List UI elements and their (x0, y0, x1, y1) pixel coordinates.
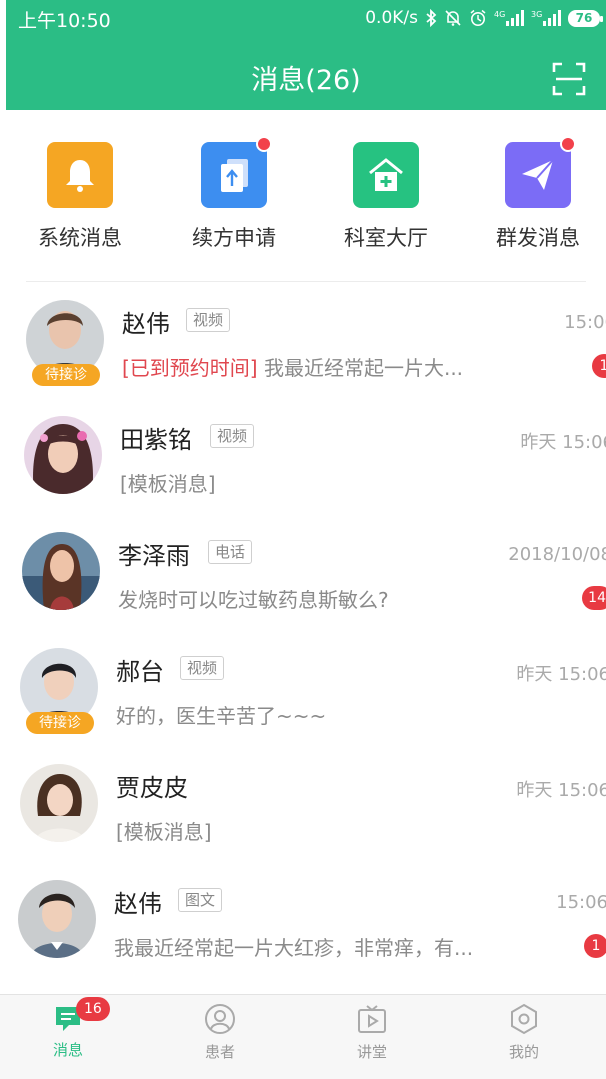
appointment-alert: [已到预约时间] (122, 356, 258, 380)
avatar (22, 532, 100, 610)
notification-dot (256, 136, 272, 152)
quick-tile (201, 136, 272, 208)
svg-text:4G: 4G (494, 10, 505, 19)
status-bar: 上午10:50 0.0K/s 4G 3G 76 (6, 0, 606, 40)
list-item[interactable]: 待接诊 郝台 视频 昨天 15:06 好的，医生辛苦了~~~ (20, 638, 606, 750)
tab-unread-badge: 16 (76, 997, 110, 1021)
bluetooth-icon (426, 9, 437, 27)
tab-messages[interactable]: 消息 16 (8, 997, 128, 1060)
list-item[interactable]: 李泽雨 电话 2018/10/08 发烧时可以吃过敏药息斯敏么? 14 (22, 522, 606, 634)
message-preview: 好的，医生辛苦了~~~ (116, 704, 327, 728)
play-board-icon (358, 1005, 386, 1033)
list-item[interactable]: 待接诊 赵伟 视频 15:06 [已到预约时间] 我最近经常起一片大... 1 (26, 290, 606, 402)
tab-label: 消息 (52, 1041, 83, 1059)
tab-label: 我的 (508, 1043, 539, 1061)
user-circle-icon (205, 1004, 235, 1034)
message-preview: [已到预约时间] 我最近经常起一片大... (122, 352, 463, 381)
quick-label: 系统消息 (38, 226, 122, 250)
quick-tile (505, 136, 576, 208)
bottom-tab-bar: 消息 16 患者 讲堂 我的 (0, 994, 606, 1079)
quick-tile (47, 142, 113, 208)
tab-profile[interactable]: 我的 (464, 1003, 584, 1062)
contact-name: 赵伟 (114, 890, 162, 918)
quick-department-hall[interactable]: 科室大厅 (316, 128, 456, 252)
status-time: 上午10:50 (18, 10, 111, 32)
contact-name: 田紫铭 (120, 426, 192, 454)
svg-text:3G: 3G (531, 10, 542, 19)
unread-badge: 1 (592, 354, 606, 378)
quick-system-messages[interactable]: 系统消息 (10, 128, 150, 252)
app-header: 上午10:50 0.0K/s 4G 3G 76 消息(26) (6, 0, 606, 110)
quick-group-messages[interactable]: 群发消息 (468, 128, 606, 252)
contact-name: 郝台 (116, 658, 164, 686)
message-time: 昨天 15:06 (520, 432, 606, 453)
battery-indicator: 76 (568, 9, 603, 27)
paper-plane-icon (522, 159, 554, 190)
signal-3g-icon: 3G (531, 10, 561, 26)
contact-name: 赵伟 (122, 310, 170, 338)
message-type-tag: 视频 (210, 424, 255, 448)
unread-badge: 14 (582, 586, 606, 610)
message-time: 2018/10/08 (508, 544, 606, 565)
status-indicators: 0.0K/s 4G 3G 76 (365, 8, 603, 28)
tab-label: 患者 (204, 1043, 235, 1061)
message-preview: 发烧时可以吃过敏药息斯敏么? (118, 588, 389, 612)
list-item[interactable]: 贾皮皮 昨天 15:06 [模板消息] (20, 754, 606, 866)
message-time: 昨天 15:06 (516, 780, 606, 801)
contact-name: 李泽雨 (118, 542, 190, 570)
message-preview: 我最近经常起一片大红疹，非常痒，有... (114, 936, 474, 960)
list-item[interactable]: 田紫铭 视频 昨天 15:06 [模板消息] (24, 406, 606, 518)
message-time: 15:06 (556, 892, 606, 913)
avatar (20, 764, 98, 842)
upload-document-icon (221, 159, 248, 192)
message-type-tag: 电话 (208, 540, 253, 564)
unread-badge: 1 (584, 934, 606, 958)
message-type-tag: 视频 (180, 656, 225, 680)
mute-bell-icon (445, 10, 461, 26)
scan-icon[interactable] (552, 62, 586, 96)
preview-text: 我最近经常起一片大... (263, 356, 464, 380)
signal-4g-icon: 4G (494, 10, 524, 26)
alarm-icon (470, 9, 486, 26)
quick-tile (353, 142, 419, 208)
message-preview: [模板消息] (116, 820, 212, 844)
message-preview: [模板消息] (120, 472, 216, 496)
tab-label: 讲堂 (356, 1043, 387, 1061)
avatar (18, 880, 96, 958)
message-time: 15:06 (564, 312, 606, 333)
message-time: 昨天 15:06 (516, 664, 606, 685)
pending-consultation-tag: 待接诊 (32, 364, 100, 386)
notification-dot (560, 136, 576, 152)
quick-renewal-request[interactable]: 续方申请 (164, 128, 304, 252)
clinic-house-icon (369, 158, 403, 191)
pending-consultation-tag: 待接诊 (26, 712, 94, 734)
avatar (24, 416, 102, 494)
list-item[interactable]: 赵伟 图文 15:06 我最近经常起一片大红疹，非常痒，有... 1 (18, 870, 606, 982)
tab-patients[interactable]: 患者 (160, 1003, 280, 1062)
net-speed: 0.0K/s (365, 8, 418, 28)
bell-icon (66, 160, 94, 192)
quick-label: 群发消息 (496, 226, 580, 250)
messages-screen: 上午10:50 0.0K/s 4G 3G 76 消息(26) 系统消息 续方申请… (0, 0, 606, 1079)
tab-lectures[interactable]: 讲堂 (312, 1003, 432, 1062)
message-type-tag: 图文 (178, 888, 223, 912)
contact-name: 贾皮皮 (116, 774, 188, 802)
quick-label: 续方申请 (192, 226, 276, 250)
page-title: 消息(26) (251, 65, 361, 96)
quick-label: 科室大厅 (344, 226, 428, 250)
quick-actions: 系统消息 续方申请 科室大厅 群发消息 (6, 128, 606, 268)
message-type-tag: 视频 (186, 308, 231, 332)
hexagon-icon (511, 1003, 537, 1035)
divider (26, 281, 586, 282)
